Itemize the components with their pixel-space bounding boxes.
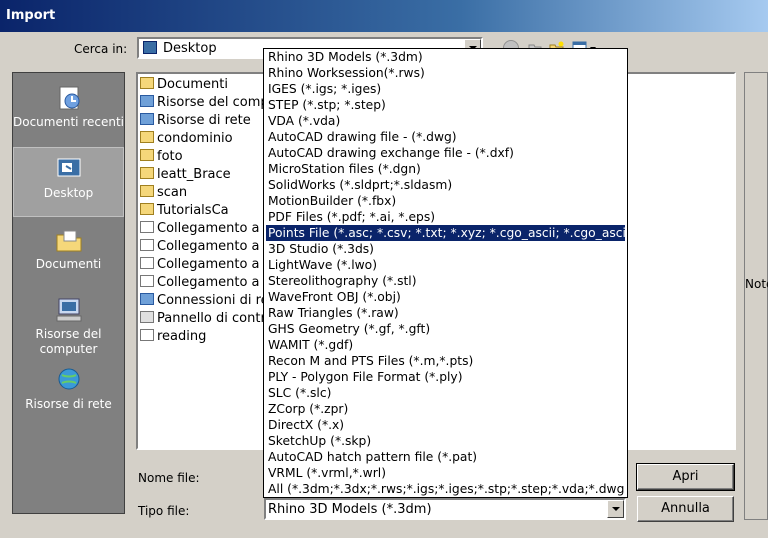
filetype-option[interactable]: WaveFront OBJ (*.obj): [266, 289, 625, 305]
file-name: Collegamento a e: [157, 239, 272, 254]
filetype-option[interactable]: AutoCAD drawing file - (*.dwg): [266, 129, 625, 145]
file-name: foto: [157, 149, 183, 164]
open-button[interactable]: Apri: [636, 463, 735, 491]
my-computer-icon: [56, 298, 81, 322]
file-list-item[interactable]: condominio: [140, 130, 233, 148]
notes-panel: Note: [744, 72, 768, 520]
filetype-option[interactable]: PDF Files (*.pdf; *.ai, *.eps): [266, 209, 625, 225]
filetype-option[interactable]: GHS Geometry (*.gf, *.gft): [266, 321, 625, 337]
place-network[interactable]: Risorse di rete: [13, 359, 124, 429]
file-name: Risorse del compu: [157, 95, 277, 110]
shortcut-icon: [140, 221, 154, 233]
filetype-dropdown-list[interactable]: Rhino 3D Models (*.3dm) Rhino Worksession…: [263, 48, 628, 498]
folder-icon: [140, 77, 154, 89]
filename-label: Nome file:: [138, 471, 200, 485]
file-list-item[interactable]: foto: [140, 148, 183, 166]
folder-icon: [140, 185, 154, 197]
network-icon: [58, 368, 79, 390]
file-list-item[interactable]: Documenti: [140, 76, 228, 94]
folder-icon: [140, 203, 154, 215]
filetype-option[interactable]: All (*.3dm;*.3dx;*.rws;*.igs;*.iges;*.st…: [266, 481, 625, 497]
shortcut-icon: [140, 329, 154, 341]
filetype-option[interactable]: LightWave (*.lwo): [266, 257, 625, 273]
places-bar: Documenti recenti Desktop Documenti Riso…: [12, 72, 125, 514]
lookin-label: Cerca in:: [74, 42, 128, 56]
place-documents[interactable]: Documenti: [13, 219, 124, 289]
filetype-option[interactable]: SLC (*.slc): [266, 385, 625, 401]
filetype-option[interactable]: VDA (*.vda): [266, 113, 625, 129]
filetype-option[interactable]: MicroStation files (*.dgn): [266, 161, 625, 177]
file-list-item[interactable]: reading: [140, 328, 206, 346]
folder-icon: [140, 167, 154, 179]
file-name: condominio: [157, 131, 233, 146]
filetype-option[interactable]: STEP (*.stp; *.step): [266, 97, 625, 113]
place-my-computer[interactable]: Risorse del computer: [13, 289, 124, 359]
file-name: Documenti: [157, 77, 228, 92]
filetype-option[interactable]: Raw Triangles (*.raw): [266, 305, 625, 321]
file-list-item[interactable]: Risorse del compu: [140, 94, 277, 112]
cancel-button[interactable]: Annulla: [637, 496, 734, 522]
filetype-option[interactable]: Recon M and PTS Files (*.m,*.pts): [266, 353, 625, 369]
desktop-small-icon: [143, 41, 157, 54]
recent-documents-icon: [59, 86, 79, 110]
filetype-label: Tipo file:: [138, 504, 190, 518]
filetype-option[interactable]: AutoCAD hatch pattern file (*.pat): [266, 449, 625, 465]
filetype-option[interactable]: Rhino Worksession(*.rws): [266, 65, 625, 81]
file-name: Connessioni di ret: [157, 293, 274, 308]
shortcut-icon: [140, 257, 154, 269]
filetype-option[interactable]: VRML (*.vrml,*.wrl): [266, 465, 625, 481]
shortcut-icon: [140, 239, 154, 251]
filetype-option[interactable]: DirectX (*.x): [266, 417, 625, 433]
file-list-item[interactable]: Collegamento a La: [140, 256, 279, 274]
file-name: scan: [157, 185, 188, 200]
file-name: Pannello di contro: [157, 311, 274, 326]
filetype-option[interactable]: WAMIT (*.gdf): [266, 337, 625, 353]
filetype-option[interactable]: SolidWorks (*.sldprt;*.sldasm): [266, 177, 625, 193]
place-desktop[interactable]: Desktop: [13, 147, 124, 217]
file-list-item[interactable]: scan: [140, 184, 187, 202]
title-bar[interactable]: Import: [0, 0, 768, 32]
folder-icon: [140, 149, 154, 161]
filetype-option[interactable]: ZCorp (*.zpr): [266, 401, 625, 417]
file-name: leatt_Brace: [157, 167, 231, 182]
filetype-dropdown-button[interactable]: [607, 500, 624, 518]
documents-folder-icon: [56, 230, 81, 252]
file-list-item[interactable]: Collegamento a w: [140, 274, 274, 292]
computer-icon: [140, 95, 154, 107]
filetype-option[interactable]: AutoCAD drawing exchange file - (*.dxf): [266, 145, 625, 161]
file-name: Collegamento a La: [157, 257, 279, 272]
file-list-item[interactable]: TutorialsCa: [140, 202, 229, 220]
filetype-option[interactable]: Rhino 3D Models (*.3dm): [266, 49, 625, 65]
file-list-item[interactable]: Pannello di contro: [140, 310, 273, 328]
place-recent[interactable]: Documenti recenti: [13, 77, 124, 147]
network-icon: [140, 113, 154, 125]
file-name: Risorse di rete: [157, 113, 251, 128]
file-name: reading: [157, 329, 207, 344]
filetype-option[interactable]: PLY - Polygon File Format (*.ply): [266, 369, 625, 385]
network-connections-icon: [140, 293, 154, 305]
filetype-value: Rhino 3D Models (*.3dm): [268, 502, 432, 517]
filetype-option[interactable]: IGES (*.igs; *.iges): [266, 81, 625, 97]
lookin-value: Desktop: [163, 41, 217, 56]
filetype-option[interactable]: 3D Studio (*.3ds): [266, 241, 625, 257]
file-list-item[interactable]: Collegamento a e: [140, 238, 272, 256]
file-list-item[interactable]: Risorse di rete: [140, 112, 251, 130]
notes-label: Note: [745, 277, 768, 291]
control-panel-icon: [140, 311, 154, 323]
shortcut-icon: [140, 275, 154, 287]
filetype-option[interactable]: MotionBuilder (*.fbx): [266, 193, 625, 209]
file-list-item[interactable]: Connessioni di ret: [140, 292, 274, 310]
filetype-option[interactable]: Stereolithography (*.stl): [266, 273, 625, 289]
desktop-icon: [57, 158, 80, 177]
file-name: Collegamento a w: [157, 275, 275, 290]
file-list-item[interactable]: leatt_Brace: [140, 166, 231, 184]
filetype-option[interactable]: Points File (*.asc; *.csv; *.txt; *.xyz;…: [266, 225, 625, 241]
filetype-option[interactable]: SketchUp (*.skp): [266, 433, 625, 449]
file-name: TutorialsCa: [157, 203, 229, 218]
filetype-combo[interactable]: Rhino 3D Models (*.3dm): [264, 498, 626, 520]
file-list-item[interactable]: Collegamento a D: [140, 220, 274, 238]
folder-icon: [140, 131, 154, 143]
window-title: Import: [6, 8, 56, 23]
file-name: Collegamento a D: [157, 221, 274, 236]
